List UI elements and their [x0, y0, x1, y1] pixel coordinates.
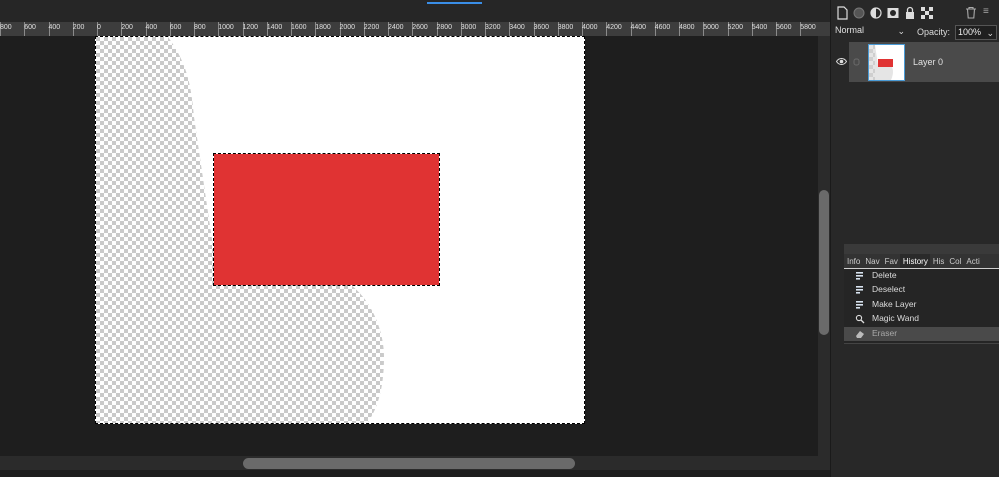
ruler-label: 1400 [266, 24, 283, 31]
ruler-label: 2400 [388, 24, 404, 31]
history-panel-bottom-border [844, 343, 999, 344]
ruler-label: 200 [72, 24, 85, 31]
history-step-icon [856, 300, 863, 309]
blend-mode-select[interactable]: Normal ⌄ [835, 25, 907, 41]
history-tab-fav[interactable]: Fav [882, 254, 900, 268]
new-group-icon[interactable] [852, 6, 866, 20]
ruler-label: 1200 [242, 24, 259, 31]
history-item-label: Magic Wand [872, 313, 919, 324]
ruler-label: 4600 [654, 24, 671, 31]
ruler-label: 3000 [460, 24, 477, 31]
ruler-label: 4000 [582, 24, 598, 31]
layer-thumbnail-image [869, 45, 904, 80]
ruler-label: 5600 [776, 24, 792, 31]
layers-panel: ≡ Normal ⌄ Opacity: 100% ⌄ Layer 0 [830, 0, 999, 477]
ruler-label: 5000 [703, 24, 719, 31]
ruler-label: 2600 [412, 24, 428, 31]
vertical-scroll-thumb[interactable] [819, 190, 829, 335]
layer-mask-icon[interactable] [886, 6, 900, 20]
ruler-label: 1600 [291, 24, 307, 31]
ruler-label: 600 [24, 24, 36, 31]
history-tab-info[interactable]: Info [844, 254, 862, 268]
ruler-label: 5400 [751, 24, 768, 31]
history-item[interactable]: Magic Wand [844, 312, 999, 326]
top-bar [0, 0, 830, 22]
blend-mode-value: Normal [835, 25, 865, 35]
adjustment-layer-icon[interactable] [869, 6, 883, 20]
ruler-label: 5200 [727, 24, 744, 31]
active-tab-indicator[interactable] [427, 2, 482, 4]
layer-thumbnail[interactable] [868, 44, 905, 81]
ruler-label: 0 [97, 24, 101, 31]
history-step-icon [856, 272, 863, 280]
history-tab-acti[interactable]: Acti [963, 254, 981, 268]
transparency-lock-icon[interactable] [920, 6, 934, 20]
ruler-label: 2000 [339, 24, 356, 31]
ruler-label: 3400 [509, 24, 525, 31]
ruler-label: 800 [0, 24, 12, 31]
history-tab-col[interactable]: Col [946, 254, 963, 268]
ruler-label: 4400 [630, 24, 647, 31]
red-rectangle[interactable] [213, 153, 440, 286]
history-tab-history[interactable]: History [899, 254, 930, 268]
opacity-input[interactable]: 100% ⌄ [955, 25, 997, 40]
blend-row: Normal ⌄ Opacity: 100% ⌄ [831, 24, 999, 42]
new-document-icon[interactable] [835, 6, 849, 20]
history-item-label: Delete [872, 270, 897, 280]
ruler-label: 400 [48, 24, 61, 31]
panel-menu-icon[interactable]: ≡ [983, 6, 989, 17]
horizontal-scroll-thumb[interactable] [243, 458, 575, 469]
ruler-label: 4200 [606, 24, 622, 31]
ruler-label: 2200 [363, 24, 380, 31]
ruler-label: 1000 [218, 24, 234, 31]
history-list: Delete Deselect Make Layer Magic Wand Eraser [844, 269, 999, 343]
layers-toolbar [835, 5, 937, 21]
history-tab-his[interactable]: His [930, 254, 947, 268]
layer-name[interactable]: Layer 0 [913, 57, 943, 67]
eraser-icon [856, 330, 864, 338]
history-item[interactable]: Make Layer [844, 298, 999, 312]
status-strip [0, 470, 830, 477]
history-item-label: Deselect [872, 284, 906, 295]
trash-icon[interactable] [965, 6, 977, 19]
magic-wand-icon [855, 315, 865, 324]
ruler-label: 5800 [800, 24, 816, 31]
thumbnail-red-rectangle [878, 59, 893, 67]
history-tab-nav[interactable]: Nav [862, 254, 881, 268]
history-item[interactable]: Eraser [844, 326, 999, 341]
lock-icon[interactable] [903, 6, 917, 20]
opacity-value: 100% [958, 27, 982, 37]
ruler-label: 2800 [436, 24, 453, 31]
ruler-label: 400 [145, 24, 158, 31]
chevron-down-icon[interactable]: ⌄ [986, 27, 994, 40]
ruler-label: 1800 [315, 24, 331, 31]
opacity-label: Opacity: [917, 27, 951, 37]
ruler-label: 200 [121, 24, 133, 31]
ruler-label: 3200 [485, 24, 501, 31]
ruler-label: 4800 [679, 24, 695, 31]
document-canvas[interactable] [95, 36, 585, 424]
history-item-label: Make Layer [872, 298, 917, 309]
history-panel-tabs: Info Nav Fav History His Col Acti [844, 254, 999, 268]
link-icon [853, 58, 860, 66]
ruler-label: 3800 [557, 24, 574, 31]
canvas-workspace[interactable] [0, 36, 818, 456]
chevron-down-icon: ⌄ [897, 26, 905, 36]
history-item-label: Eraser [872, 327, 898, 338]
horizontal-ruler: 800 600 400 200 0 200 400 600 800 1000 1200 1400 160… [0, 22, 830, 37]
ruler-label: 3600 [533, 24, 550, 31]
ruler-label: 800 [194, 24, 206, 31]
history-panel-header[interactable] [844, 244, 999, 254]
visibility-eye-icon[interactable] [836, 56, 847, 67]
history-item[interactable]: Delete [844, 269, 999, 283]
history-item[interactable]: Deselect [844, 283, 999, 297]
history-step-icon [856, 286, 863, 294]
layer-row[interactable]: Layer 0 [831, 42, 999, 82]
ruler-label: 600 [169, 24, 182, 31]
